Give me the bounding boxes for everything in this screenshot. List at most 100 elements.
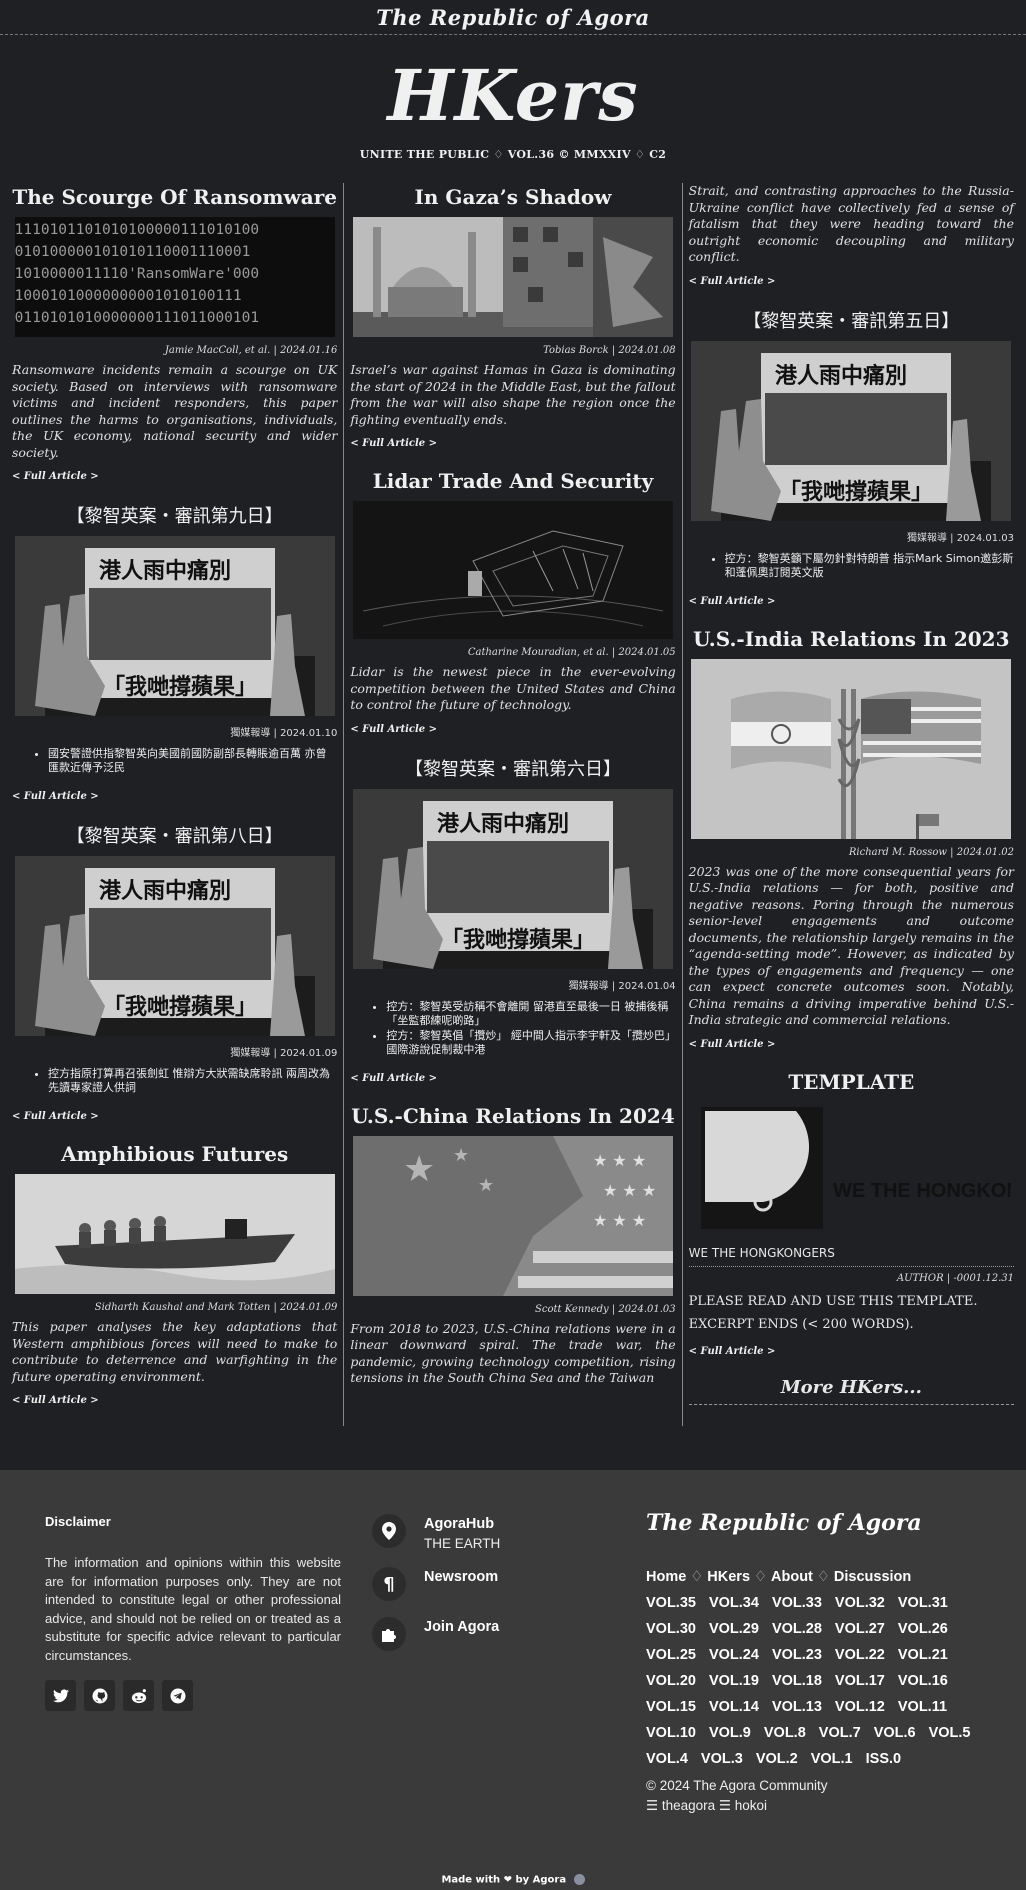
article-byline: 獨媒報導 | 2024.01.03 — [907, 532, 1014, 544]
volume-link[interactable]: VOL.9 — [709, 1720, 751, 1746]
volume-link[interactable]: VOL.3 — [701, 1746, 743, 1772]
nav-separator: ♢ — [816, 1569, 830, 1585]
hub-newsroom[interactable]: ¶ Newsroom — [372, 1567, 500, 1601]
article-image[interactable]: 港人雨中痛別 「我哋撐蘋果」 — [691, 340, 1012, 521]
hkers-logo[interactable]: HKers — [0, 43, 1026, 148]
article-title[interactable]: U.S.-India Relations In 2023 — [689, 627, 1014, 651]
volume-link[interactable]: VOL.4 — [646, 1746, 688, 1772]
volume-link[interactable]: VOL.5 — [929, 1720, 971, 1746]
article-title[interactable]: Amphibious Futures — [12, 1142, 337, 1166]
community-links[interactable]: ☰ theagora ☰ hokoi — [646, 1796, 828, 1816]
volume-link[interactable]: VOL.30 — [646, 1616, 696, 1642]
article-title[interactable]: TEMPLATE — [689, 1070, 1014, 1094]
volume-link[interactable]: VOL.35 — [646, 1590, 696, 1616]
twitter-icon[interactable] — [45, 1680, 76, 1711]
volume-link[interactable]: VOL.12 — [835, 1694, 885, 1720]
nav-link-discussion[interactable]: Discussion — [834, 1569, 911, 1585]
article-title[interactable]: 【黎智英案・審訊第六日】 — [350, 755, 675, 781]
nav-link-about[interactable]: About — [771, 1569, 813, 1585]
article-title[interactable]: 【黎智英案・審訊第五日】 — [689, 307, 1014, 333]
reddit-icon[interactable] — [123, 1680, 154, 1711]
article-gaza: In Gaza’s Shadow Tobias Borck | 2024.01.… — [350, 185, 675, 461]
flags-brick-wall-photo: ★ ★ ★ ★ ★ ★ ★ ★ ★ ★ ★ ★ — [352, 1135, 673, 1296]
volume-link[interactable]: VOL.2 — [756, 1746, 798, 1772]
hub-join-agora[interactable]: Join Agora — [372, 1617, 500, 1651]
article-image[interactable]: 港人雨中痛別 「我哋撐蘋果」 — [352, 788, 673, 969]
full-article-link[interactable]: < Full Article > — [350, 438, 437, 449]
full-article-link[interactable]: < Full Article > — [350, 724, 437, 735]
article-byline: Richard M. Rossow | 2024.01.02 — [848, 846, 1014, 858]
volume-link[interactable]: VOL.32 — [835, 1590, 885, 1616]
site-brand[interactable]: The Republic of Agora — [376, 5, 650, 30]
volume-link[interactable]: VOL.14 — [709, 1694, 759, 1720]
article-title[interactable]: The Scourge Of Ransomware — [12, 185, 337, 209]
lidar-pointcloud-image — [352, 501, 673, 639]
volume-link[interactable]: VOL.8 — [764, 1720, 806, 1746]
article-image[interactable]: 港人雨中痛別 「我哋撐蘋果」 — [14, 536, 335, 716]
full-article-link[interactable]: < Full Article > — [689, 276, 776, 287]
telegram-icon[interactable] — [162, 1680, 193, 1711]
article-excerpt: This paper analyses the key adaptations … — [12, 1319, 338, 1384]
article-byline: AUTHOR | -0001.12.31 — [896, 1272, 1014, 1284]
volume-link[interactable]: VOL.24 — [709, 1642, 759, 1668]
volume-link[interactable]: VOL.18 — [772, 1668, 822, 1694]
volume-link[interactable]: VOL.29 — [709, 1616, 759, 1642]
volume-link[interactable]: VOL.19 — [709, 1668, 759, 1694]
volume-link[interactable]: VOL.25 — [646, 1642, 696, 1668]
github-icon[interactable] — [84, 1680, 115, 1711]
volume-link[interactable]: VOL.1 — [811, 1746, 853, 1772]
full-article-link[interactable]: < Full Article > — [350, 1073, 437, 1084]
volume-link[interactable]: VOL.20 — [646, 1668, 696, 1694]
volume-link[interactable]: VOL.34 — [709, 1590, 759, 1616]
article-title[interactable]: In Gaza’s Shadow — [350, 185, 675, 209]
article-image[interactable]: 1110101101010100000111010100 010100000101… — [14, 217, 335, 337]
volume-link[interactable]: VOL.22 — [835, 1642, 885, 1668]
full-article-link[interactable]: < Full Article > — [689, 1039, 776, 1050]
article-image[interactable] — [352, 217, 673, 337]
article-title[interactable]: 【黎智英案・審訊第八日】 — [12, 822, 337, 848]
volume-link[interactable]: VOL.15 — [646, 1694, 696, 1720]
volume-link[interactable]: ISS.0 — [866, 1746, 901, 1772]
full-article-link[interactable]: < Full Article > — [12, 471, 99, 482]
full-article-link[interactable]: < Full Article > — [12, 791, 99, 802]
article-title[interactable]: 【黎智英案・審訊第九日】 — [12, 502, 337, 528]
volume-link[interactable]: VOL.26 — [898, 1616, 948, 1642]
volume-link[interactable]: VOL.27 — [835, 1616, 885, 1642]
more-hkers-link[interactable]: More HKers... — [688, 1377, 1014, 1405]
hub-agorahub[interactable]: AgoraHub THE EARTH — [372, 1514, 500, 1551]
full-article-link[interactable]: < Full Article > — [689, 1346, 776, 1357]
full-article-link[interactable]: < Full Article > — [12, 1111, 99, 1122]
volume-link[interactable]: VOL.28 — [772, 1616, 822, 1642]
article-bullets: 控方：黎智英受訪稱不會離開 留港直至最後一日 被捕後稱「坐監都練呢啲路」 控方：… — [350, 1000, 675, 1057]
volume-links: VOL.35 VOL.34 VOL.33 VOL.32 VOL.31 VOL.30 VOL.… — [646, 1590, 986, 1772]
bullet-item: 國安警證供指黎智英向美國前國防副部長轉賬逾百萬 亦曾匯款近傳予泛民 — [48, 747, 337, 775]
volume-link[interactable]: VOL.7 — [819, 1720, 861, 1746]
footer-brand[interactable]: The Republic of Agora — [646, 1510, 922, 1536]
article-image[interactable]: WE THE HONGKONGERS — [691, 1101, 1012, 1232]
article-title[interactable]: U.S.-China Relations In 2024 — [350, 1104, 675, 1128]
volume-link[interactable]: VOL.31 — [898, 1590, 948, 1616]
full-article-link[interactable]: < Full Article > — [689, 596, 776, 607]
volume-link[interactable]: VOL.23 — [772, 1642, 822, 1668]
article-image[interactable]: ★ ★ ★ ★ ★ ★ ★ ★ ★ ★ ★ ★ — [352, 1135, 673, 1296]
footer-hubs: AgoraHub THE EARTH ¶ Newsroom Join Agora — [372, 1514, 500, 1667]
nav-separator: ♢ — [690, 1569, 704, 1585]
volume-link[interactable]: VOL.10 — [646, 1720, 696, 1746]
article-image[interactable] — [352, 501, 673, 639]
article-title[interactable]: Lidar Trade And Security — [350, 469, 675, 493]
volume-link[interactable]: VOL.21 — [898, 1642, 948, 1668]
volume-link[interactable]: VOL.17 — [835, 1668, 885, 1694]
full-article-link[interactable]: < Full Article > — [12, 1395, 99, 1406]
volume-link[interactable]: VOL.13 — [772, 1694, 822, 1720]
article-image[interactable]: 港人雨中痛別 「我哋撐蘋果」 — [14, 856, 335, 1036]
volume-link[interactable]: VOL.11 — [898, 1694, 947, 1720]
volume-link[interactable]: VOL.16 — [898, 1668, 948, 1694]
volume-link[interactable]: VOL.33 — [772, 1590, 822, 1616]
nav-link-hkers[interactable]: HKers — [707, 1569, 750, 1585]
article-byline: Sidharth Kaushal and Mark Totten | 2024.… — [94, 1302, 338, 1313]
footer-navigation: Home ♢ HKers ♢ About ♢ Discussion VOL.35 VOL.34… — [646, 1564, 986, 1772]
article-image[interactable] — [14, 1174, 335, 1294]
article-image[interactable] — [691, 658, 1012, 839]
volume-link[interactable]: VOL.6 — [874, 1720, 916, 1746]
nav-link-home[interactable]: Home — [646, 1569, 686, 1585]
